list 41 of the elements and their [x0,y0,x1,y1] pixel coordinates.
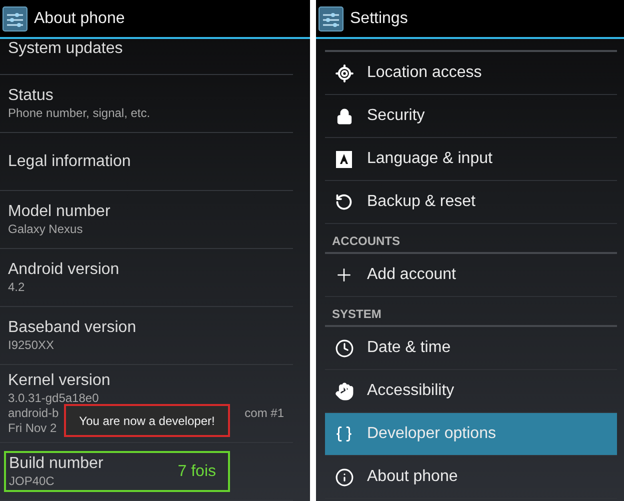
item-subtitle: Fri Nov 2 [8,421,57,436]
item-subtitle: JOP40C [9,474,56,489]
info-icon [334,468,354,486]
language-icon [336,150,352,168]
lock-icon [336,108,352,124]
item-title[interactable]: Build number [9,454,104,474]
settings-item[interactable]: Language & input [325,138,617,181]
item-title[interactable]: Model number [8,202,293,222]
item-subtitle: 3.0.31-gd5a18e0 [8,391,99,406]
hand-icon [334,382,354,400]
item-subtitle: Phone number, signal, etc. [8,106,152,121]
item-title[interactable]: System updates [8,39,293,59]
restore-icon [335,193,353,211]
item-title[interactable]: Status [8,86,293,106]
section-header: SYSTEM [325,297,617,327]
screen-title: Settings [350,10,408,28]
location-icon [334,64,354,82]
toast-message: You are now a developer! [64,404,230,437]
item-subtitle: Galaxy Nexus [8,222,84,237]
settings-item[interactable]: Date & time [325,327,617,370]
item-subtitle: com #1 [244,406,284,421]
clock-icon [334,338,354,358]
tap-count-note: 7 fois [178,462,216,480]
item-subtitle: android-b [8,406,59,421]
item-subtitle: 4.2 [8,280,26,295]
settings-item[interactable]: Location access [325,52,617,95]
item-subtitle: I9250XX [8,338,56,353]
settings-item[interactable]: Backup & reset [325,181,617,224]
settings-item[interactable]: Security [325,95,617,138]
section-header: ACCOUNTS [325,224,617,254]
braces-icon [335,425,353,443]
settings-item[interactable]: Developer options [325,413,617,456]
item-title: Kernel version [8,371,112,391]
item-title[interactable]: Legal information [8,152,293,172]
settings-item[interactable]: About phone [325,456,617,499]
settings-app-icon [2,6,28,32]
settings-app-icon [318,6,344,32]
screen-title: About phone [34,10,125,28]
settings-item[interactable]: Add account [325,254,617,297]
item-title[interactable]: Android version [8,260,293,280]
item-title[interactable]: Baseband version [8,318,293,338]
